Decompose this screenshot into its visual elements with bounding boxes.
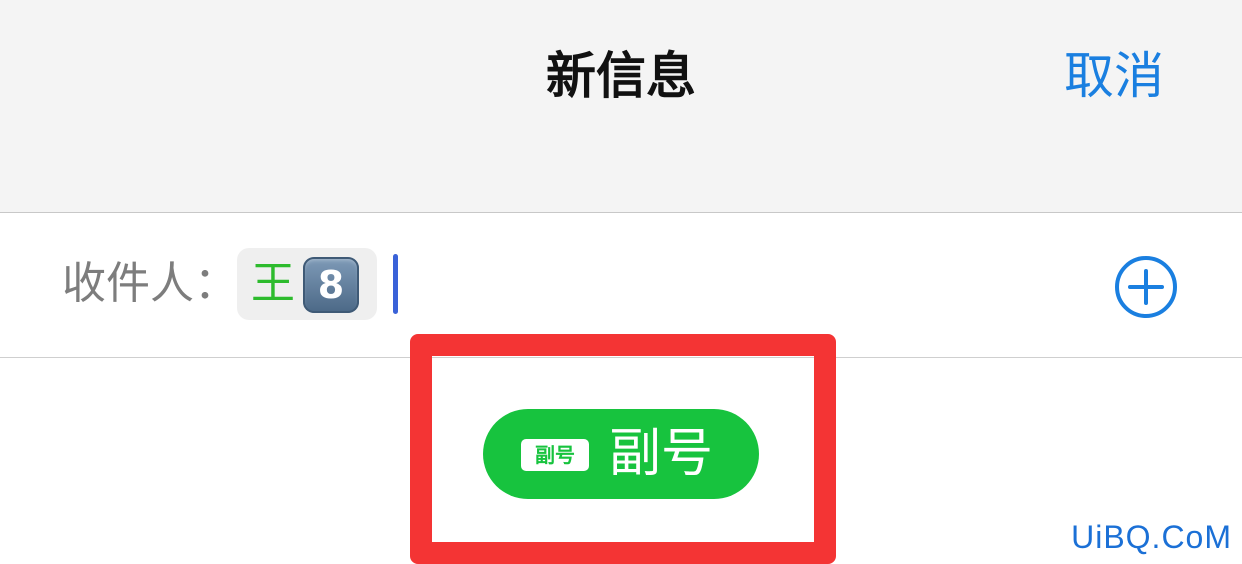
recipient-input-caret[interactable] — [393, 254, 398, 314]
add-recipient-button[interactable] — [1114, 255, 1178, 319]
recipient-chip-name: 王 — [251, 258, 295, 309]
plus-circle-icon — [1115, 256, 1177, 318]
recipient-chip[interactable]: 王 8 — [237, 248, 377, 320]
secondary-number-badge[interactable]: 副号 副号 — [483, 409, 759, 499]
keycap-digit-icon: 8 — [303, 257, 359, 313]
badge-label: 副号 — [609, 424, 714, 484]
navigation-bar: 新信息 取消 — [0, 0, 1242, 213]
badge-tag: 副号 — [521, 439, 589, 471]
cancel-button[interactable]: 取消 — [1064, 44, 1164, 108]
page-title: 新信息 — [546, 47, 696, 105]
new-message-screen: 新信息 取消 收件人： 王 8 副号 副号 UiBQ.CoM — [0, 0, 1242, 564]
recipient-label: 收件人： — [62, 258, 238, 309]
watermark: UiBQ.CoM — [1071, 519, 1232, 555]
